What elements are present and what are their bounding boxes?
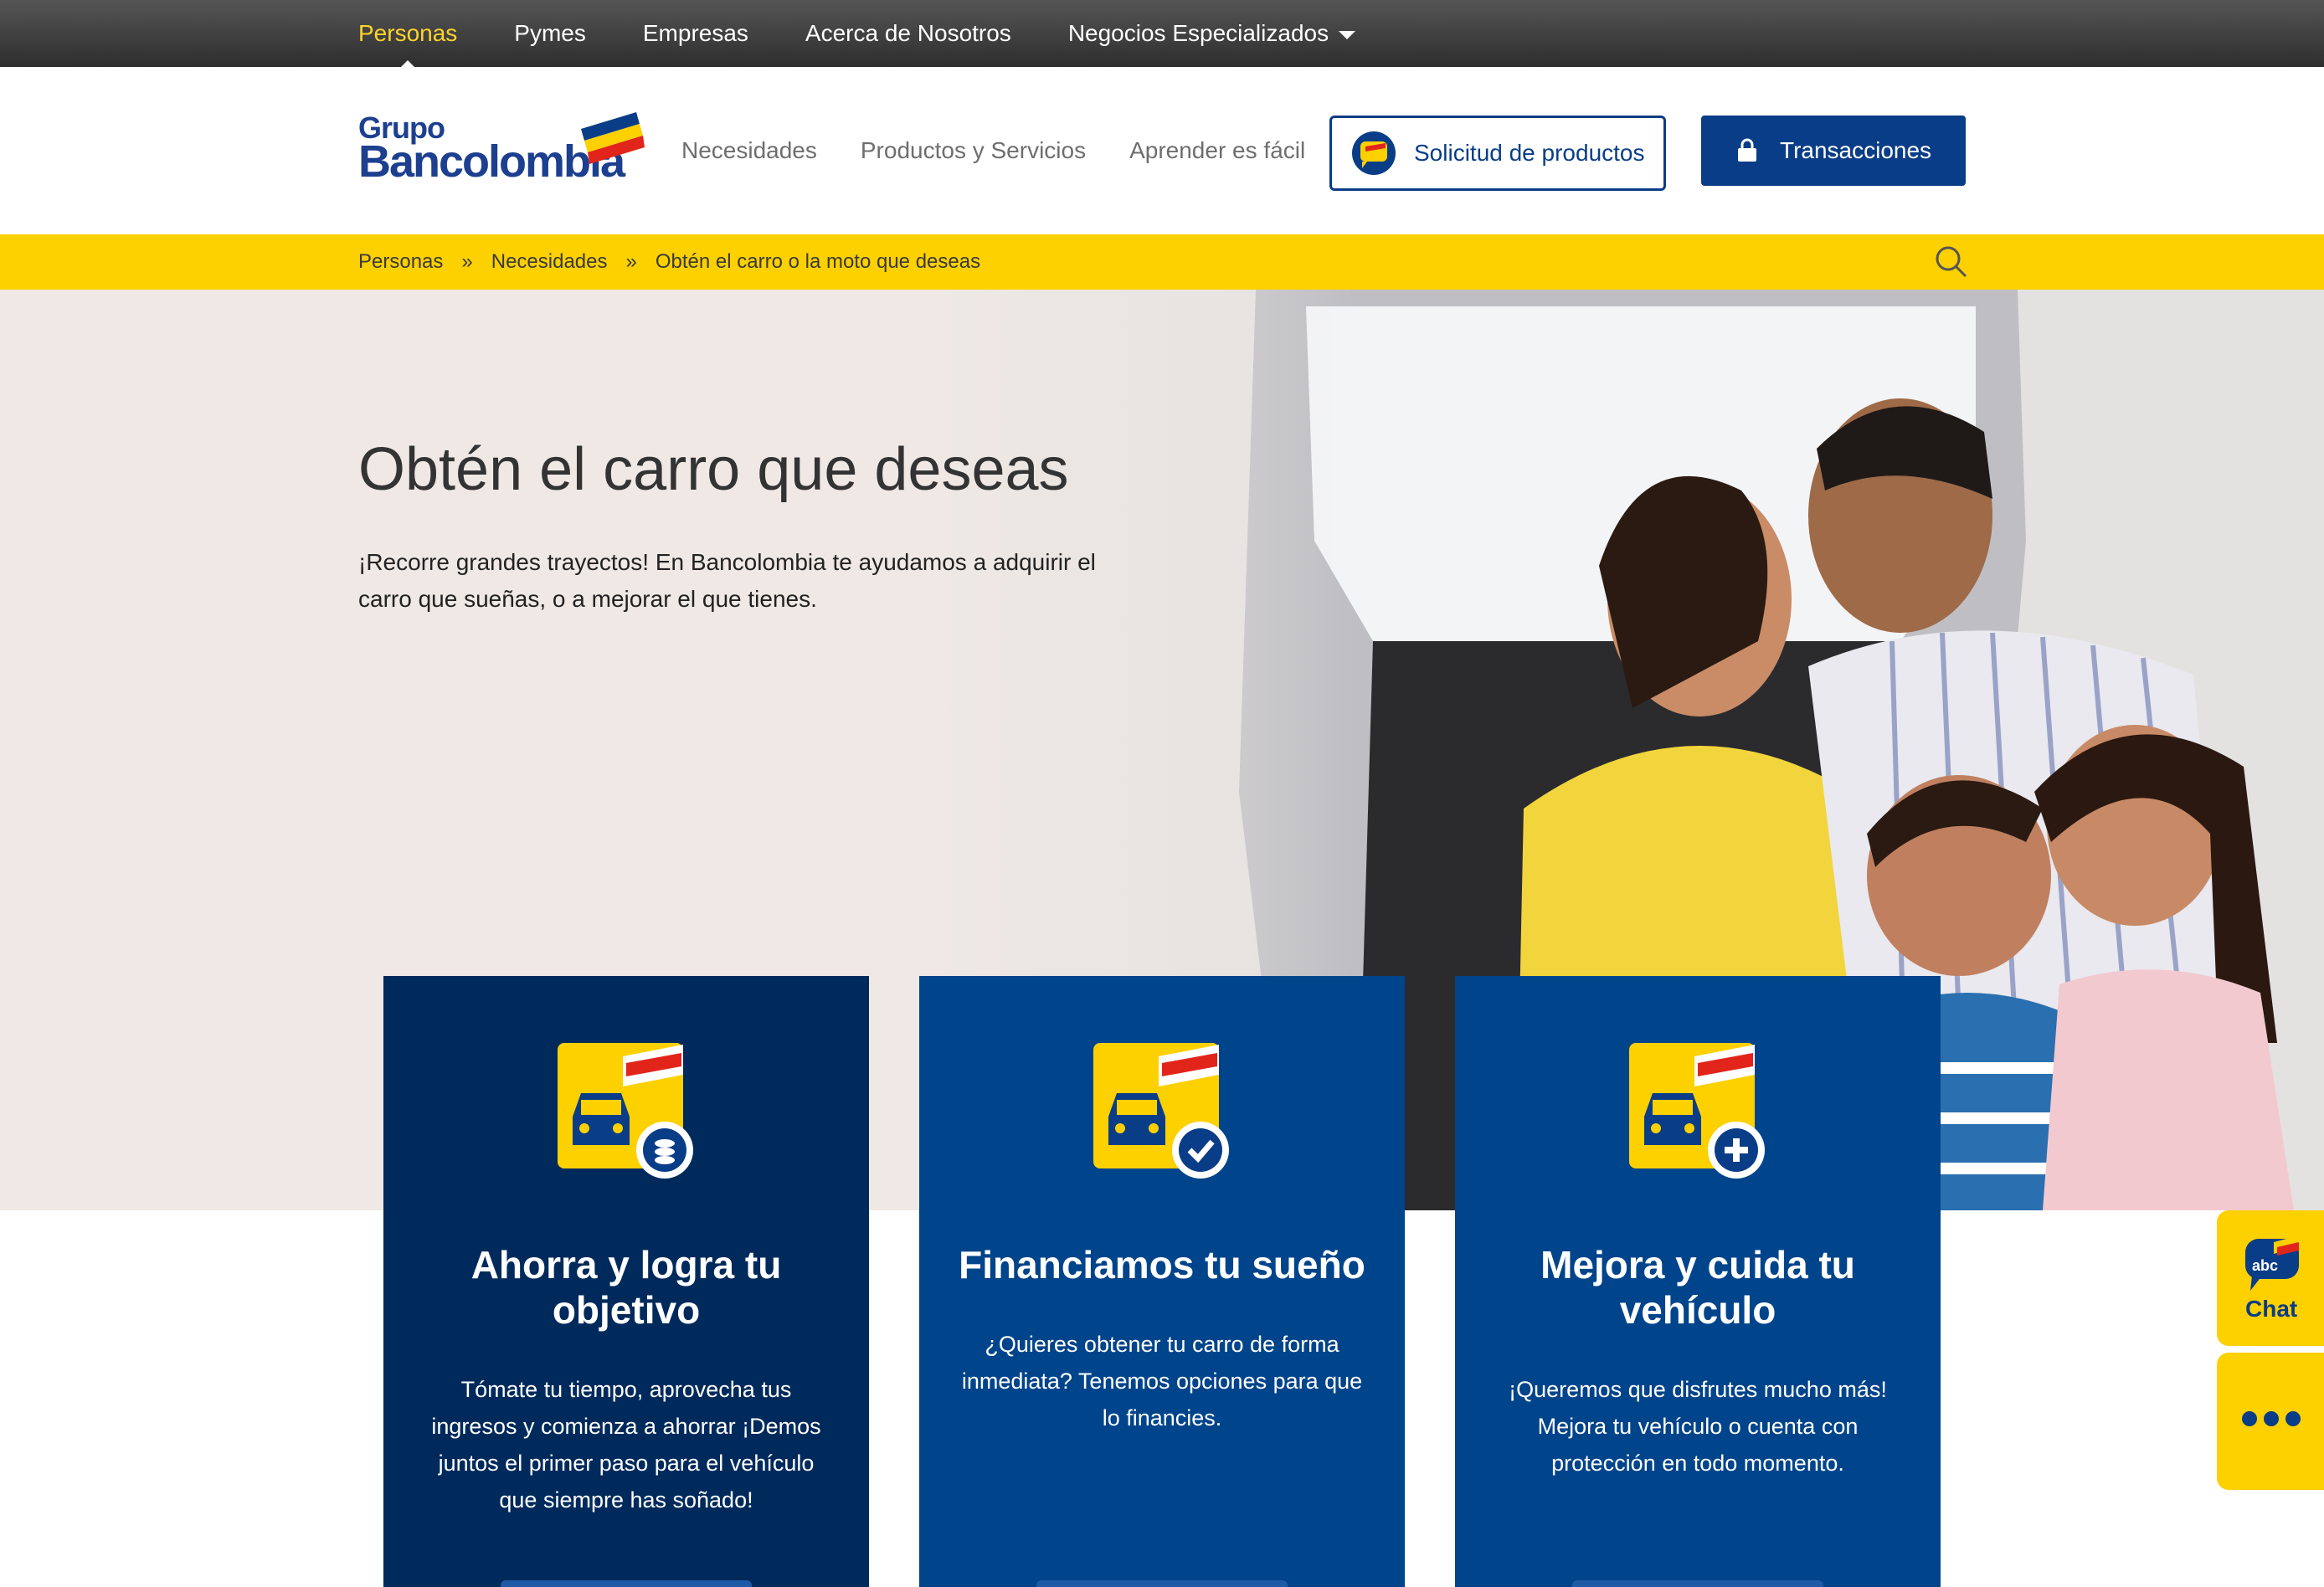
top-nav-acerca[interactable]: Acerca de Nosotros	[805, 20, 1011, 47]
more-options-button[interactable]	[2217, 1353, 2324, 1490]
solicitud-productos-button[interactable]: Solicitud de productos	[1329, 116, 1666, 191]
card-text: ¿Quieres obtener tu carro de forma inmed…	[961, 1332, 1363, 1430]
assistant-icon	[1352, 131, 1396, 175]
page: Personas Pymes Empresas Acerca de Nosotr…	[0, 0, 2324, 1587]
logo-flag-icon	[581, 112, 645, 164]
breadcrumb-bar: Personas » Necesidades » Obtén el carro …	[0, 234, 2324, 290]
header: Grupo Bancolombia Necesidades Productos …	[0, 67, 2324, 234]
car-savings-icon	[558, 1043, 693, 1179]
top-nav-negocios-especializados[interactable]: Negocios Especializados	[1067, 20, 1356, 47]
card-title: Ahorra y logra tu objetivo	[470, 1243, 782, 1332]
breadcrumb-separator: »	[625, 250, 637, 273]
logo[interactable]: Grupo Bancolombia	[358, 110, 645, 187]
top-bar: Personas Pymes Empresas Acerca de Nosotr…	[0, 0, 2324, 69]
lock-icon	[1738, 138, 1756, 162]
top-nav-empresas[interactable]: Empresas	[643, 20, 748, 47]
transacciones-label: Transacciones	[1780, 137, 1932, 163]
top-nav-pymes[interactable]: Pymes	[514, 20, 586, 47]
top-nav-negocios-label: Negocios Especializados	[1067, 20, 1329, 46]
main-nav-necesidades[interactable]: Necesidades	[681, 137, 817, 164]
top-nav: Personas Pymes Empresas Acerca de Nosotr…	[358, 0, 1412, 69]
top-nav-personas[interactable]: Personas	[358, 20, 457, 69]
solicitud-productos-label: Solicitud de productos	[1414, 140, 1645, 166]
main-nav: Necesidades Productos y Servicios Aprend…	[681, 67, 1349, 234]
card-text: Tómate tu tiempo, aprovecha tus ingresos…	[431, 1377, 821, 1513]
card-button[interactable]	[501, 1580, 752, 1587]
card-ahorra[interactable]: Ahorra y logra tu objetivo Tómate tu tie…	[383, 976, 869, 1587]
chat-bubble-icon: abc	[2245, 1235, 2299, 1291]
chat-badge-text: abc	[2252, 1257, 2278, 1274]
transacciones-button[interactable]: Transacciones	[1701, 116, 1966, 186]
card-title: Mejora y cuida tu vehículo	[1540, 1243, 1855, 1332]
main-nav-productos[interactable]: Productos y Servicios	[861, 137, 1086, 164]
car-check-icon	[1093, 1043, 1229, 1179]
caret-down-icon	[1339, 31, 1356, 39]
car-plus-icon	[1629, 1043, 1765, 1179]
breadcrumb-current: Obtén el carro o la moto que deseas	[655, 250, 981, 273]
breadcrumb-separator: »	[461, 250, 473, 273]
breadcrumb-necesidades[interactable]: Necesidades	[491, 250, 608, 274]
card-text: ¡Queremos que disfrutes mucho más! Mejor…	[1509, 1377, 1887, 1476]
search-icon[interactable]	[1932, 243, 1969, 280]
card-button[interactable]	[1572, 1580, 1823, 1587]
main-nav-aprender[interactable]: Aprender es fácil	[1129, 137, 1305, 164]
chat-label: Chat	[2245, 1296, 2298, 1322]
card-financiamos[interactable]: Financiamos tu sueño ¿Quieres obtener tu…	[919, 976, 1405, 1587]
card-mejora[interactable]: Mejora y cuida tu vehículo ¡Queremos que…	[1455, 976, 1941, 1587]
breadcrumb-personas[interactable]: Personas	[358, 250, 443, 274]
chat-button[interactable]: abc Chat	[2217, 1210, 2324, 1346]
hero-description: ¡Recorre grandes trayectos! En Bancolomb…	[358, 549, 1096, 612]
breadcrumb: Personas » Necesidades » Obtén el carro …	[358, 234, 980, 290]
hero-title: Obtén el carro que deseas	[358, 436, 1069, 503]
card-button[interactable]	[1036, 1580, 1288, 1587]
card-title: Financiamos tu sueño	[959, 1243, 1365, 1287]
more-dots-icon	[2242, 1411, 2307, 1426]
